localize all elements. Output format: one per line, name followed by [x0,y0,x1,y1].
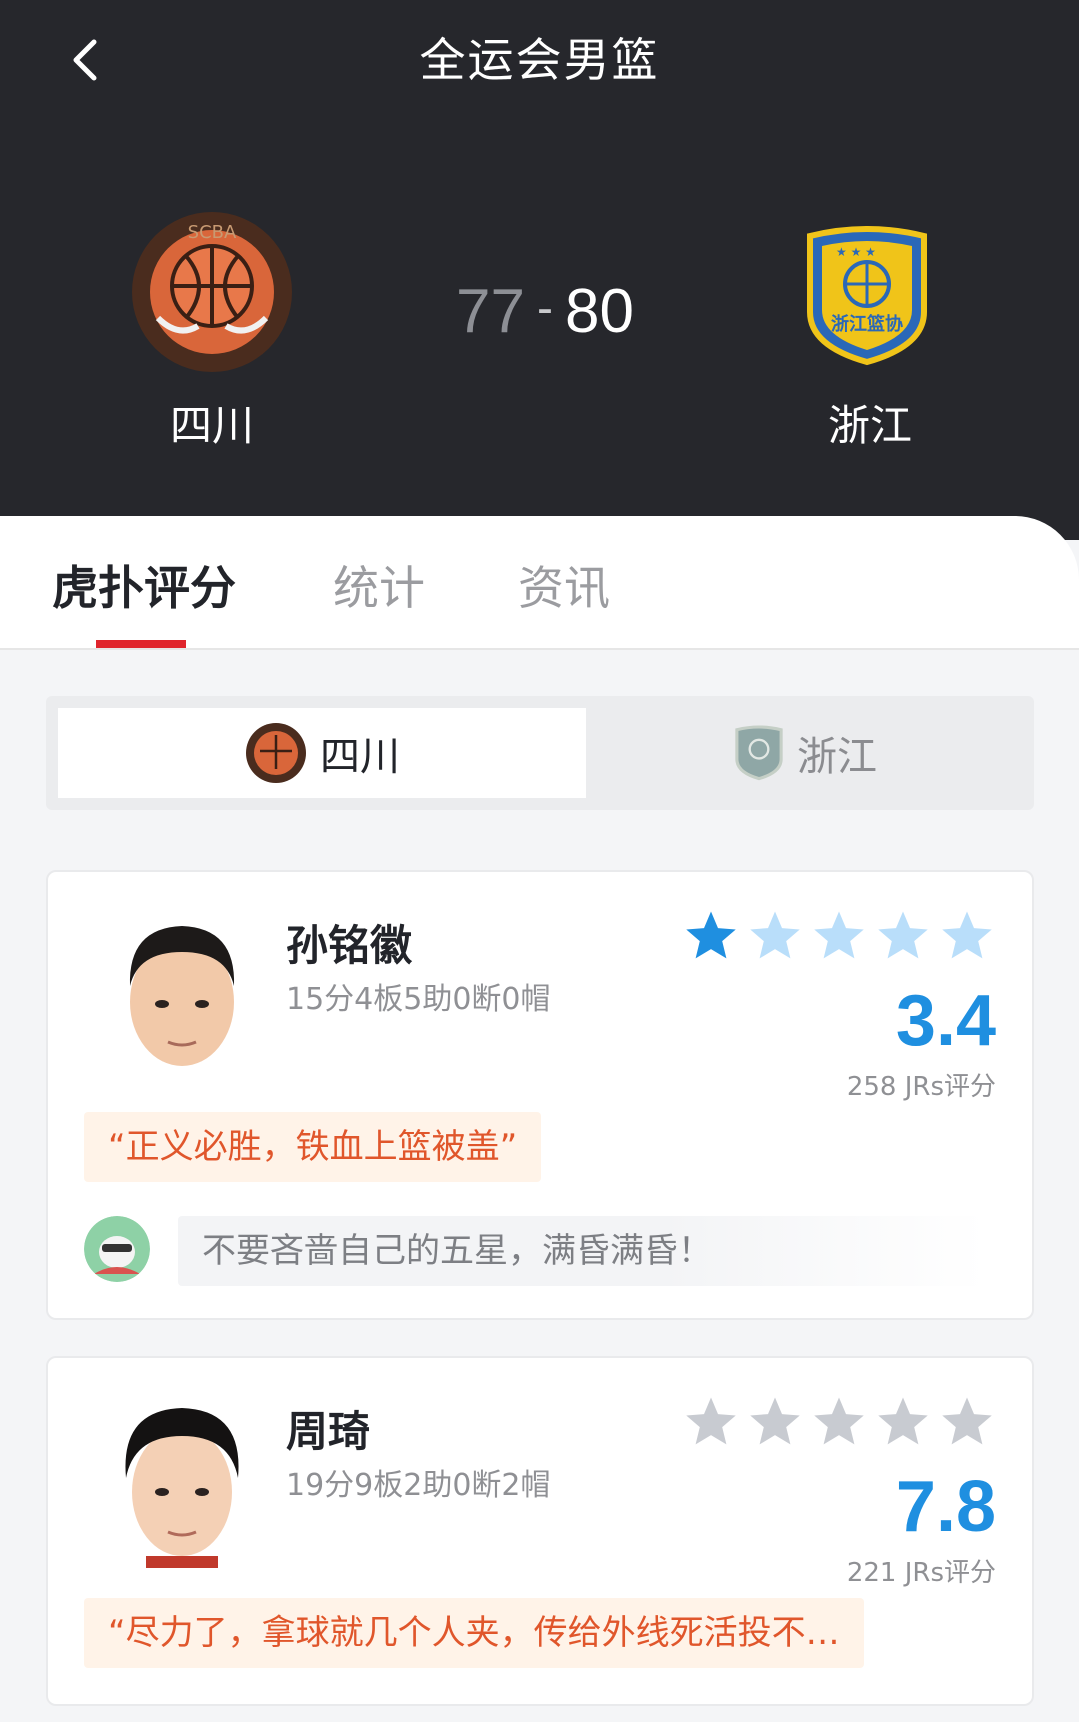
star-icon[interactable] [682,908,740,964]
page-title: 全运会男篮 [419,33,660,87]
zhejiang-mini-logo-icon [735,725,783,781]
svg-text:★ ★ ★: ★ ★ ★ [836,245,876,259]
home-score: 77 [456,277,525,346]
switch-away-label: 浙江 [797,734,877,780]
player-stat-line: 19分9板2助0断2帽 [286,1468,551,1503]
star-icon[interactable] [682,1394,740,1450]
player-name: 周琦 [286,1407,371,1456]
player-hot-quote[interactable]: “尽力了，拿球就几个人夹，传给外线死活投不… [84,1598,864,1668]
star-icon[interactable] [874,1394,932,1450]
rating-vote-count: 258 JRs评分 [846,1072,996,1102]
sichuan-mini-logo-icon [246,723,306,783]
rating-vote-count: 221 JRs评分 [846,1558,996,1588]
star-icon[interactable] [746,1394,804,1450]
tab-bar: 虎扑评分 统计 资讯 [0,516,1079,650]
player-rating-card[interactable]: 孙铭徽 15分4板5助0断0帽 3.4 258 JRs评分 “正义必胜，铁血上篮… [46,870,1034,1320]
match-header: 全运会男篮 SCBA 77-80 ★ ★ ★ 浙江篮协 四川 浙江 [0,0,1079,540]
zhejiang-team-logo[interactable]: ★ ★ ★ 浙江篮协 [800,226,934,366]
commenter-avatar[interactable] [84,1216,150,1282]
switch-home-team[interactable]: 四川 [58,708,586,798]
score-separator: - [537,282,553,335]
team-switcher: 四川 浙江 [46,696,1034,810]
away-score: 80 [564,277,634,346]
star-icon[interactable] [874,908,932,964]
tab-stats[interactable]: 统计 [333,552,425,618]
star-icon[interactable] [810,1394,868,1450]
star-icon[interactable] [938,1394,996,1450]
sichuan-team-logo[interactable]: SCBA [128,208,296,376]
player-avatar [102,1392,262,1568]
sichuan-logo-text: SCBA [188,222,237,243]
top-comment[interactable]: 不要吝啬自己的五星，满昏满昏！ [178,1216,986,1286]
star-icon[interactable] [746,908,804,964]
player-rating-score: 7.8 [895,1467,996,1547]
away-team-name[interactable]: 浙江 [760,392,980,453]
player-rating-card[interactable]: 周琦 19分9板2助0断2帽 7.8 221 JRs评分 “尽力了，拿球就几个人… [46,1356,1034,1706]
tab-hupu-rating[interactable]: 虎扑评分 [52,552,236,618]
match-score: 77-80 [400,276,690,347]
player-name: 孙铭徽 [286,921,413,970]
rating-stars[interactable] [682,908,996,964]
home-team-name[interactable]: 四川 [102,392,322,453]
tab-news[interactable]: 资讯 [518,552,610,618]
rating-stars[interactable] [682,1394,996,1450]
player-stat-line: 15分4板5助0断0帽 [286,982,551,1017]
active-tab-indicator [96,640,186,648]
switch-away-team[interactable]: 浙江 [586,708,1024,798]
star-icon[interactable] [938,908,996,964]
player-avatar [102,906,262,1082]
player-rating-score: 3.4 [895,981,996,1061]
star-icon[interactable] [810,908,868,964]
switch-home-label: 四川 [320,734,400,780]
player-hot-quote[interactable]: “正义必胜，铁血上篮被盖” [84,1112,542,1182]
zhejiang-logo-text: 浙江篮协 [831,313,903,335]
